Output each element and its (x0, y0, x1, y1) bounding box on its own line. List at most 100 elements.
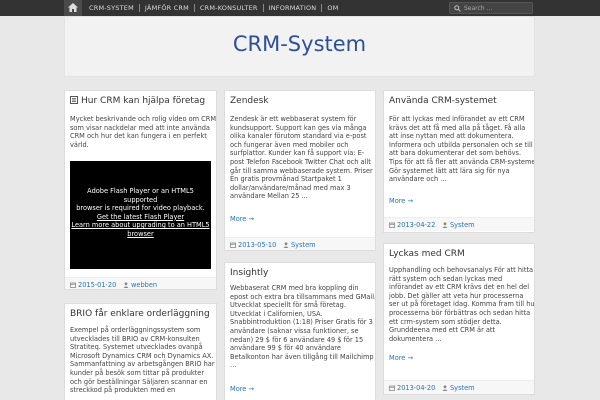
excerpt-line: Tips för att få fler att använda CRM-sys… (389, 157, 535, 166)
html5-upgrade-link[interactable]: Learn more about upgrading to an HTML5 (70, 221, 211, 230)
excerpt-line: som visar nackdelar med att inte använda (70, 123, 210, 132)
excerpt-line: Zendesk är ett webbaserat system för (230, 115, 357, 123)
home-button[interactable] (64, 0, 82, 16)
video-message-line: Adobe Flash Player or an HTML5 supported (87, 187, 194, 204)
excerpt-line: användare (saknar vissa funktioner, se (230, 326, 359, 335)
post-date-text[interactable]: 2013-04-22 (397, 221, 435, 229)
post-date[interactable]: 2015-01-20 (70, 281, 116, 289)
excerpt-line: Webbaserat CRM med bra koppling din (230, 284, 359, 292)
post-author[interactable]: System (442, 384, 475, 392)
top-navigation: CRM-SYSTEM JÄMFÖR CRM CRM-KONSULTER INFO… (0, 0, 600, 16)
post-author-text[interactable]: System (450, 384, 475, 392)
excerpt-line: CRM och hur det kan fungera i en perfekt (70, 132, 207, 141)
post-title[interactable]: Zendesk (230, 96, 269, 106)
excerpt-line: kundsupport. Support kan ges via många (230, 123, 367, 132)
user-icon (442, 222, 448, 228)
search-input[interactable] (464, 3, 532, 13)
excerpt-line: processerna bör förbättras och sedan hit… (389, 308, 531, 317)
excerpt-line: rätt system och sedan lyckas med (389, 274, 503, 283)
video-fallback-message: Adobe Flash Player or an HTML5 supported… (70, 187, 211, 239)
post-card-lyckas-med-crm: Lyckas med CRM Upphandling och behovsana… (383, 243, 535, 395)
excerpt-line: användare 99 $ för 40 användare (230, 344, 341, 353)
search-box (449, 2, 533, 14)
post-title[interactable]: Insightly (230, 268, 268, 278)
post-date-text[interactable]: 2013-05-10 (238, 241, 276, 249)
post-author[interactable]: webben (123, 281, 157, 289)
more-link[interactable]: More → (230, 215, 254, 223)
excerpt-line: nedan) 29 $ för 6 användare 49 $ för 15 (230, 335, 364, 344)
excerpt-line: och gör beställningar Säljaren scannar e… (70, 377, 208, 386)
post-title[interactable]: BRIO får enklare orderläggning (70, 309, 210, 319)
post-meta: 2013-04-20 System (384, 380, 534, 394)
post-title[interactable]: Lyckas med CRM (389, 249, 465, 259)
user-icon (123, 282, 129, 288)
excerpt-line: För att lyckas med införandet av ett CRM (389, 115, 525, 123)
post-card-insightly: Insightly Webbaserat CRM med bra kopplin… (224, 262, 376, 400)
excerpt-line: kunder på besök som tittar på produkter (70, 368, 205, 377)
excerpt-line: att bara dokumenterar det som behövs. (389, 149, 522, 158)
excerpt-line: ... (230, 361, 237, 370)
video-player[interactable]: Adobe Flash Player or an HTML5 supported… (70, 161, 211, 269)
post-date[interactable]: 2013-04-22 (389, 221, 435, 229)
post-date-text[interactable]: 2013-04-20 (397, 384, 435, 392)
excerpt-line: epost och extra bra tillsammans med GMai… (230, 292, 376, 301)
excerpt-line: Informera och utbilda personalen och se … (389, 140, 533, 149)
post-title[interactable]: Använda CRM-systemet (389, 96, 497, 106)
nav-link-information[interactable]: INFORMATION (264, 0, 322, 16)
user-icon (442, 385, 448, 391)
excerpt-line: surfplattor. Kunder kan få support via: … (230, 149, 365, 158)
post-date-text[interactable]: 2015-01-20 (78, 281, 116, 289)
html5-upgrade-link[interactable]: browser (70, 230, 211, 239)
post-author-text[interactable]: System (291, 241, 316, 249)
document-icon (70, 96, 78, 104)
excerpt-line: Utvecklat i Californien, USA. (230, 309, 323, 318)
excerpt-line: Grunddeena med ett CRM är att (389, 326, 496, 335)
post-meta: 2015-01-20 webben (65, 277, 216, 289)
excerpt-line: användare Mellan 25 ... (230, 192, 308, 201)
excerpt-line: värld. (70, 140, 89, 149)
calendar-icon (389, 222, 395, 228)
post-card-hur-crm: Hur CRM kan hjälpa företag Mycket beskri… (64, 90, 217, 290)
nav-link-crm-system[interactable]: CRM-SYSTEM (84, 0, 139, 16)
post-author-text[interactable]: webben (131, 281, 157, 289)
excerpt-line: dollar/användare/månad med max 3 (230, 183, 351, 192)
excerpt-line: Betalkonton har även tillgång till Mailc… (230, 352, 374, 361)
nav-link-crm-konsulter[interactable]: CRM-KONSULTER (195, 0, 263, 16)
excerpt-line: Upphandling och behovsanalys För att hit… (389, 266, 534, 274)
video-message-line: browser is required for video playback. (76, 204, 205, 213)
post-excerpt: Zendesk är ett webbaserat system för kun… (230, 115, 373, 201)
post-date[interactable]: 2013-04-20 (389, 384, 435, 392)
post-author[interactable]: System (442, 221, 475, 229)
site-title[interactable]: CRM-System (65, 32, 534, 56)
excerpt-line: dokumentera ... (389, 334, 442, 343)
post-date[interactable]: 2013-05-10 (230, 241, 276, 249)
excerpt-line: streckkod på produkten med en (70, 386, 176, 395)
more-link[interactable]: More → (230, 385, 254, 393)
excerpt-line: Exempel på orderläggningssystem som (70, 326, 201, 334)
post-author-text[interactable]: System (450, 221, 475, 229)
calendar-icon (230, 242, 236, 248)
more-link[interactable]: More → (389, 197, 413, 205)
excerpt-line: användare och ... (389, 175, 447, 184)
more-link[interactable]: More → (389, 354, 413, 362)
excerpt-line: införandet av ett CRM krävs det en hel d… (389, 283, 530, 292)
post-author[interactable]: System (283, 241, 316, 249)
excerpt-line: Mycket beskrivande och rolig video om CR… (70, 115, 217, 123)
excerpt-line: ett crm-system som stödjer detta. (389, 317, 502, 326)
excerpt-line: En gratis provmånad Startpaket 1 (230, 175, 342, 184)
excerpt-line: krävs det att få med alla på tåget. Få a… (389, 123, 526, 132)
post-card-anvanda-crm: Använda CRM-systemet För att lyckas med … (383, 90, 535, 233)
post-title-text[interactable]: Hur CRM kan hjälpa företag (81, 96, 205, 106)
post-title[interactable]: Hur CRM kan hjälpa företag (70, 96, 205, 106)
flash-player-link[interactable]: Get the latest Flash Player (70, 213, 211, 222)
calendar-icon (70, 282, 76, 288)
excerpt-line: Utvecklat speciellt för små företag. (230, 301, 346, 310)
excerpt-line: Snabbintroduktion (1:18) Priser Gratis f… (230, 318, 373, 327)
post-excerpt: Exempel på orderläggningssystem som utve… (70, 326, 215, 395)
nav-link-jamfor-crm[interactable]: JÄMFÖR CRM (140, 0, 194, 16)
post-excerpt: Upphandling och behovsanalys För att hit… (389, 266, 534, 343)
post-excerpt: Mycket beskrivande och rolig video om CR… (70, 115, 216, 149)
excerpt-line: post Telefon Facebook Twitter Chat och a… (230, 157, 371, 166)
excerpt-line: Sammanfattning av arbetsgången BRIO har (70, 360, 215, 369)
nav-link-om[interactable]: OM (322, 0, 343, 16)
